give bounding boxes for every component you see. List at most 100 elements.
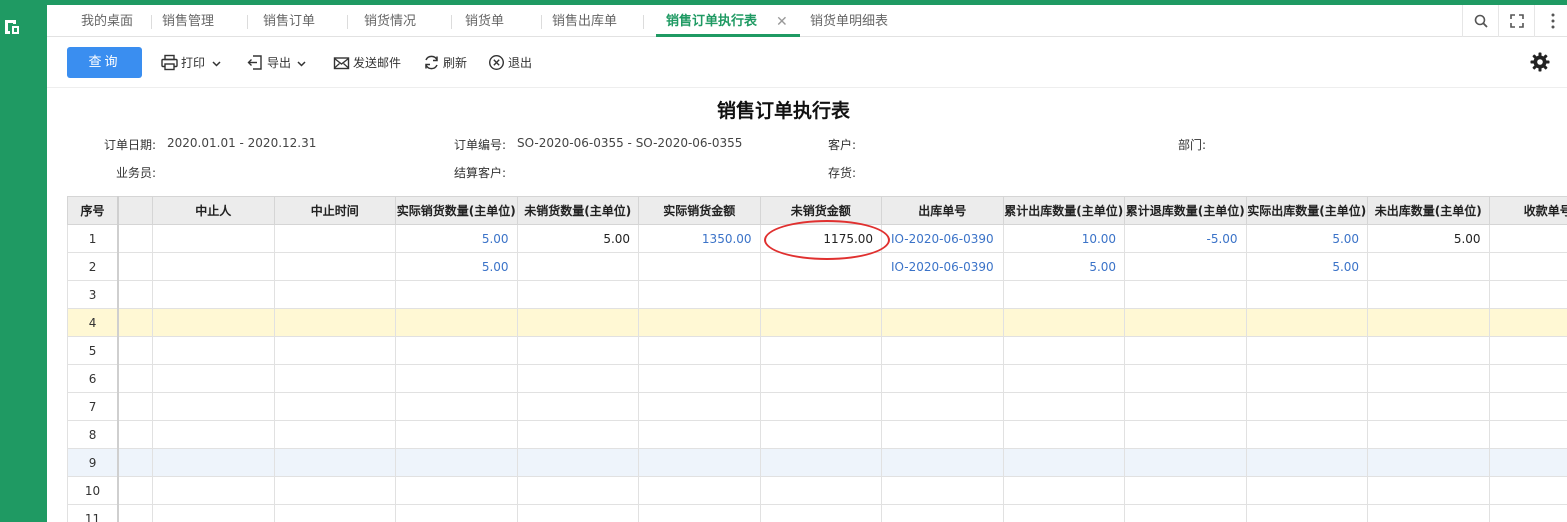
- cell-actual-outbound-qty[interactable]: 5.00: [1245, 224, 1369, 253]
- table-row[interactable]: 6: [67, 364, 1567, 393]
- tab-more-button[interactable]: [1534, 5, 1567, 37]
- cell-cumulative-outbound-qty[interactable]: 5.00: [1002, 252, 1126, 281]
- email-icon: [333, 57, 350, 70]
- exit-button[interactable]: 退出: [488, 38, 538, 88]
- cell-actual-sales-amount: [638, 448, 761, 477]
- column-header-seq[interactable]: 序号: [67, 196, 120, 225]
- table-row[interactable]: 4: [67, 308, 1567, 337]
- column-header-unsold-amount[interactable]: 未销货金额: [759, 196, 883, 225]
- inventory-label: 存货:: [827, 166, 856, 180]
- cell-actual-outbound-qty: [1245, 392, 1369, 421]
- table-row[interactable]: 10: [67, 476, 1567, 505]
- cell-actual-sales-qty: [395, 364, 518, 393]
- cell-receipt-no: [1488, 280, 1567, 309]
- cell-not-outbound-qty: [1367, 448, 1490, 477]
- execution-grid[interactable]: 序号 中止人 中止时间 实际销货数量(主单位) 未销货数量(主单位) 实际销货金…: [67, 196, 1567, 522]
- table-header-row: 序号 中止人 中止时间 实际销货数量(主单位) 未销货数量(主单位) 实际销货金…: [67, 196, 1567, 225]
- send-email-button[interactable]: 发送邮件: [333, 38, 405, 88]
- cell-actual-sales-amount[interactable]: 1350.00: [638, 224, 761, 253]
- cell-unsold-qty: [516, 336, 640, 365]
- column-header-stop-time[interactable]: 中止时间: [273, 196, 397, 225]
- cell-blank: [117, 224, 154, 253]
- cell-outbound-no[interactable]: IO-2020-06-0390: [881, 252, 1004, 281]
- order-no-value: SO-2020-06-0355 - SO-2020-06-0355: [517, 136, 743, 150]
- cell-receipt-no: [1488, 476, 1567, 505]
- cell-seq: 6: [67, 364, 120, 393]
- cell-outbound-no: [881, 364, 1004, 393]
- tab-fullscreen-button[interactable]: [1498, 5, 1534, 37]
- column-header-actual-sales-amount[interactable]: 实际销货金额: [638, 196, 761, 225]
- cell-outbound-no[interactable]: IO-2020-06-0390: [881, 224, 1004, 253]
- tab-sales-outbound[interactable]: 销售出库单: [552, 5, 617, 37]
- tab-sales-order[interactable]: 销售订单: [263, 5, 315, 37]
- cell-not-outbound-qty: [1367, 252, 1490, 281]
- cell-actual-sales-qty: [395, 448, 518, 477]
- column-header-stopper[interactable]: 中止人: [152, 196, 275, 225]
- cell-actual-sales-qty[interactable]: 5.00: [395, 252, 518, 281]
- table-row[interactable]: 5: [67, 336, 1567, 365]
- column-header-actual-outbound-qty[interactable]: 实际出库数量(主单位): [1245, 196, 1369, 225]
- cell-stopper: [152, 280, 275, 309]
- cell-stop-time: [273, 336, 397, 365]
- tab-close-icon[interactable]: ✕: [776, 5, 788, 37]
- cell-actual-sales-qty: [395, 336, 518, 365]
- table-row[interactable]: 8: [67, 420, 1567, 449]
- cell-cumulative-return-qty[interactable]: -5.00: [1124, 224, 1247, 253]
- close-circle-icon: [488, 54, 505, 71]
- chevron-down-icon: [297, 61, 306, 67]
- tab-divider: [347, 15, 348, 29]
- export-button[interactable]: 导出: [247, 38, 309, 88]
- gear-icon[interactable]: [1529, 51, 1551, 73]
- tab-sales-status[interactable]: 销货情况: [364, 5, 416, 37]
- table-row[interactable]: 11: [67, 504, 1567, 522]
- cell-cumulative-outbound-qty: [1002, 476, 1126, 505]
- cell-actual-sales-amount: [638, 336, 761, 365]
- column-header-receipt-no[interactable]: 收款单号: [1488, 196, 1567, 225]
- table-row[interactable]: 9: [67, 448, 1567, 477]
- column-header-outbound-no[interactable]: 出库单号: [881, 196, 1004, 225]
- cell-stop-time: [273, 308, 397, 337]
- column-header-unsold-qty[interactable]: 未销货数量(主单位): [516, 196, 640, 225]
- cell-cumulative-return-qty: [1124, 504, 1247, 522]
- table-row[interactable]: 1 5.00 5.00 1350.00 1175.00 IO-2020-06-0390 10…: [67, 224, 1567, 253]
- print-button[interactable]: 打印: [161, 38, 223, 88]
- column-header-actual-sales-qty[interactable]: 实际销货数量(主单位): [395, 196, 518, 225]
- active-tab-indicator: [656, 34, 800, 37]
- send-email-label: 发送邮件: [353, 56, 402, 70]
- cell-actual-sales-amount: [638, 252, 761, 281]
- cell-seq: 4: [67, 308, 120, 337]
- tab-sales-order-execution[interactable]: 销售订单执行表: [666, 5, 757, 37]
- fullscreen-icon: [1510, 14, 1524, 28]
- query-button[interactable]: 查询: [67, 47, 142, 78]
- column-header-cumulative-outbound-qty[interactable]: 累计出库数量(主单位): [1002, 196, 1126, 225]
- tab-delivery-detail[interactable]: 销货单明细表: [810, 5, 888, 37]
- tab-divider: [247, 15, 248, 29]
- table-row[interactable]: 7: [67, 392, 1567, 421]
- tab-sales-management[interactable]: 销售管理: [162, 5, 214, 37]
- column-header-cumulative-return-qty[interactable]: 累计退库数量(主单位): [1124, 196, 1247, 225]
- tab-desktop[interactable]: 我的桌面: [81, 5, 133, 37]
- cell-actual-sales-amount: [638, 280, 761, 309]
- cell-outbound-no: [881, 420, 1004, 449]
- cell-cumulative-outbound-qty: [1002, 504, 1126, 522]
- cell-unsold-qty: [516, 476, 640, 505]
- table-row[interactable]: 2 5.00 IO-2020-06-0390 5.00 5.00: [67, 252, 1567, 281]
- cell-unsold-qty: [516, 364, 640, 393]
- table-row[interactable]: 3: [67, 280, 1567, 309]
- cell-actual-sales-qty[interactable]: 5.00: [395, 224, 518, 253]
- cell-cumulative-return-qty: [1124, 252, 1247, 281]
- column-header-not-outbound-qty[interactable]: 未出库数量(主单位): [1367, 196, 1490, 225]
- cell-stopper: [152, 448, 275, 477]
- cell-cumulative-outbound-qty[interactable]: 10.00: [1002, 224, 1126, 253]
- cell-blank: [117, 336, 154, 365]
- tab-search-button[interactable]: [1462, 5, 1498, 37]
- cell-cumulative-return-qty: [1124, 336, 1247, 365]
- cell-actual-outbound-qty[interactable]: 5.00: [1245, 252, 1369, 281]
- cell-not-outbound-qty: [1367, 280, 1490, 309]
- tab-sales-delivery[interactable]: 销货单: [465, 5, 504, 37]
- app-logo-icon[interactable]: [3, 18, 21, 36]
- cell-actual-outbound-qty: [1245, 504, 1369, 522]
- cell-blank: [117, 392, 154, 421]
- refresh-icon: [425, 55, 438, 70]
- refresh-button[interactable]: 刷新: [423, 38, 473, 88]
